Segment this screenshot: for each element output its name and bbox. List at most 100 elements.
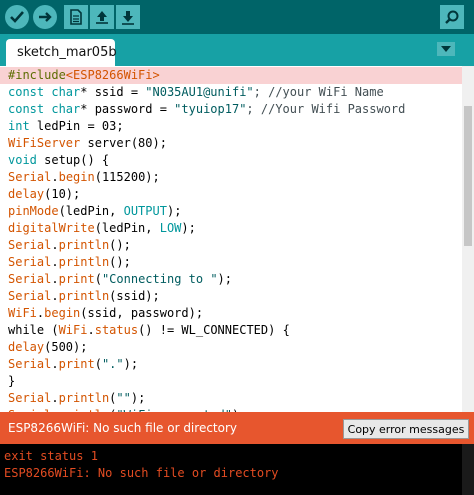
code-token: } [8, 374, 16, 388]
code-token: print [58, 272, 95, 286]
editor-scrollbar[interactable] [462, 66, 474, 412]
code-token: <ESP8266WiFi> [65, 68, 160, 82]
arrow-down-icon [122, 11, 134, 25]
code-token: (); [109, 238, 131, 252]
code-token: #include [8, 68, 66, 82]
code-token: ledPin = 03; [29, 119, 124, 133]
code-token: . [51, 170, 59, 184]
code-token: setup() { [36, 153, 110, 167]
code-token: * password = [80, 102, 175, 116]
code-token: ); [166, 204, 182, 218]
code-token: (10); [44, 187, 81, 201]
verify-button[interactable] [5, 5, 29, 29]
code-line: digitalWrite(ledPin, LOW); [0, 220, 462, 237]
code-token: OUTPUT [123, 204, 167, 218]
console: exit status 1 ESP8266WiFi: No such file … [0, 444, 474, 495]
editor-scrollbar-thumb[interactable] [464, 106, 472, 246]
code-token: "Connecting to " [101, 272, 218, 286]
code-token: WiFi [58, 323, 88, 337]
code-token: ; //Your Wifi Password [246, 102, 406, 116]
tab-menu-button[interactable] [437, 42, 455, 56]
code-line: Serial.println(""); [0, 390, 462, 407]
code-token: . [87, 323, 95, 337]
code-token: * ssid = [80, 85, 146, 99]
code-token: delay [8, 187, 45, 201]
code-line: void setup() { [0, 152, 462, 169]
code-token: delay [8, 340, 45, 354]
code-token: println [58, 255, 110, 269]
code-token: Serial [8, 357, 52, 371]
code-token: "." [101, 357, 124, 371]
code-token: const char [8, 85, 81, 99]
code-token: Serial [8, 391, 52, 405]
code-line: int ledPin = 03; [0, 118, 462, 135]
code-token: . [51, 255, 59, 269]
open-sketch-button[interactable] [90, 5, 114, 29]
code-line: Serial.println(ssid); [0, 288, 462, 305]
code-token: (ssid); [109, 289, 160, 303]
console-line: ESP8266WiFi: No such file or directory [4, 466, 279, 480]
code-token: pinMode [8, 204, 59, 218]
code-token: status [94, 323, 139, 337]
code-token: Serial [8, 272, 52, 286]
code-token: server(80); [80, 136, 167, 150]
arrow-up-icon [96, 11, 108, 24]
code-token: Serial [8, 289, 52, 303]
code-token: ); [123, 357, 139, 371]
new-file-icon [70, 9, 82, 25]
code-line: } [0, 373, 462, 390]
code-token: ); [181, 221, 196, 235]
copy-error-messages-button[interactable]: Copy error messages [343, 419, 469, 439]
tab-label: sketch_mar05b [17, 45, 117, 60]
code-token: ); [217, 272, 232, 286]
code-token: void [8, 153, 37, 167]
code-token: (115200); [94, 170, 160, 184]
code-token: () != WL_CONNECTED) { [138, 323, 290, 337]
new-sketch-button[interactable] [64, 5, 88, 29]
code-line: Serial.print("."); [0, 356, 462, 373]
code-token: ( [94, 357, 102, 371]
code-line: Serial.begin(115200); [0, 169, 462, 186]
console-line: exit status 1 [4, 449, 98, 463]
error-message: ESP8266WiFi: No such file or directory [8, 421, 238, 435]
code-token: LOW [159, 221, 182, 235]
code-token: const char [8, 102, 81, 116]
code-token: println [58, 289, 110, 303]
code-editor[interactable]: #include<ESP8266WiFi> const char* ssid = … [0, 66, 462, 412]
code-line: const char* password = "tyuiop17"; //You… [0, 101, 462, 118]
code-token: "tyuiop17" [174, 102, 247, 116]
console-scrollbar[interactable] [462, 444, 474, 495]
serial-monitor-button[interactable] [440, 5, 464, 29]
code-token: print [58, 357, 95, 371]
code-token: println [58, 391, 110, 405]
code-token: (ledPin, [58, 204, 124, 218]
code-token: . [51, 357, 59, 371]
code-token: ; //your WiFi Name [253, 85, 384, 99]
code-line: WiFiServer server(80); [0, 135, 462, 152]
upload-button[interactable] [33, 5, 57, 29]
code-token: Serial [8, 255, 52, 269]
code-token: Serial [8, 238, 52, 252]
save-sketch-button[interactable] [116, 5, 140, 29]
code-token: "" [116, 391, 131, 405]
code-token: (); [109, 255, 131, 269]
code-token: println [58, 238, 110, 252]
code-token: . [51, 391, 59, 405]
tab-bar: sketch_mar05b [0, 34, 474, 66]
code-line: pinMode(ledPin, OUTPUT); [0, 203, 462, 220]
code-line: #include<ESP8266WiFi> [0, 67, 462, 84]
code-token: Serial [8, 170, 52, 184]
code-token: ); [130, 391, 146, 405]
code-line: delay(10); [0, 186, 462, 203]
tab-sketch[interactable]: sketch_mar05b [6, 39, 117, 66]
code-line: while (WiFi.status() != WL_CONNECTED) { [0, 322, 462, 339]
magnifier-icon [445, 10, 459, 24]
code-token: (ledPin, [94, 221, 160, 235]
code-token: (ssid, password); [80, 306, 204, 320]
code-token: "N035AU1@unifi" [145, 85, 254, 99]
code-line: const char* ssid = "N035AU1@unifi"; //yo… [0, 84, 462, 101]
code-token: (500); [44, 340, 88, 354]
code-token: ( [94, 272, 102, 286]
code-token: . [51, 289, 59, 303]
arrow-right-icon [39, 12, 52, 22]
